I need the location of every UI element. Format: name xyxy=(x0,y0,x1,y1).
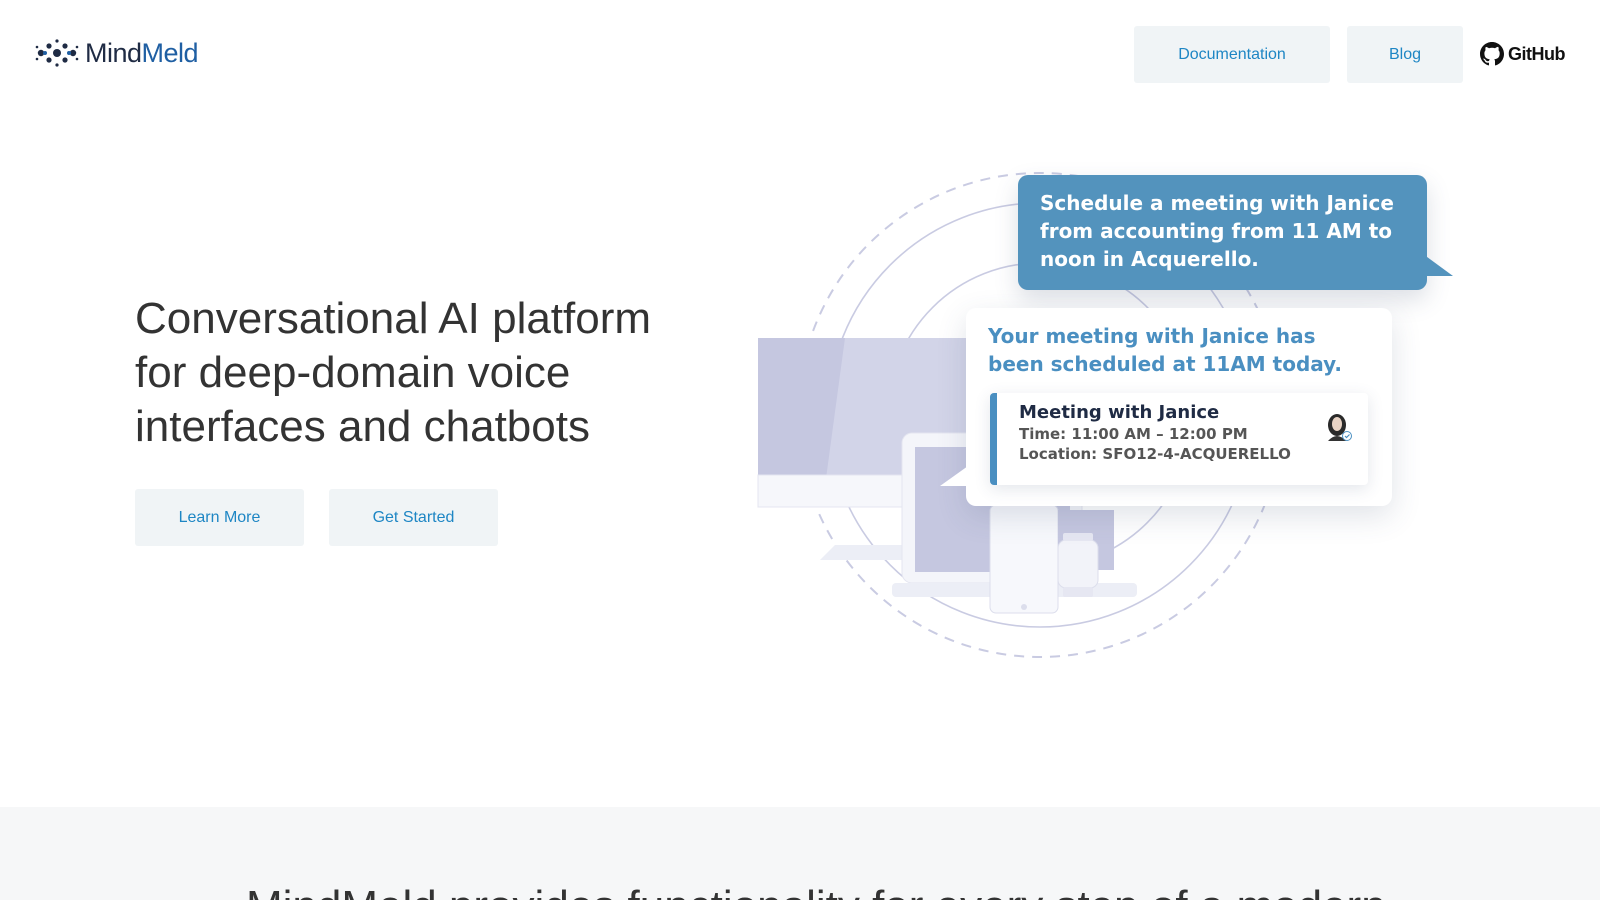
logo[interactable]: MindMeld xyxy=(35,36,199,70)
logo-text-mind: Mind xyxy=(85,37,142,68)
site-header: MindMeld Documentation Blog GitHub xyxy=(0,0,1600,106)
logo-text-meld: Meld xyxy=(141,37,199,68)
page: MindMeld Documentation Blog GitHub Conve… xyxy=(0,0,1600,900)
avatar-icon xyxy=(1328,414,1352,441)
mindmeld-logo-icon xyxy=(35,39,79,67)
meeting-time: Time: 11:00 AM – 12:00 PM xyxy=(1019,425,1248,443)
user-bubble-tail xyxy=(1423,254,1453,276)
learn-more-button[interactable]: Learn More xyxy=(135,489,304,546)
hero-title-line-1: Conversational AI platform xyxy=(135,294,652,343)
hero-title-line-3: interfaces and chatbots xyxy=(135,402,590,451)
user-message-text: Schedule a meeting with Janice from acco… xyxy=(1040,191,1394,271)
nav-documentation-button[interactable]: Documentation xyxy=(1134,26,1330,83)
bot-reply-bubble: Your meeting with Janice has been schedu… xyxy=(940,308,1392,506)
nav-blog-button[interactable]: Blog xyxy=(1347,26,1463,83)
github-label: GitHub xyxy=(1508,43,1566,64)
hero-illustration: Schedule a meeting with Janice from acco… xyxy=(740,165,1460,675)
get-started-button[interactable]: Get Started xyxy=(329,489,498,546)
hero-title: Conversational AI platform for deep-doma… xyxy=(135,292,715,454)
nav-github-link[interactable]: GitHub xyxy=(1480,40,1566,68)
github-icon xyxy=(1480,42,1504,66)
features-heading: MindMeld provides functionality for ever… xyxy=(246,880,1386,900)
meeting-location: Location: SFO12-4-ACQUERELLO xyxy=(1019,445,1291,463)
logo-text: MindMeld xyxy=(85,37,199,68)
hero-title-line-2: for deep-domain voice xyxy=(135,348,571,397)
user-message-bubble: Schedule a meeting with Janice from acco… xyxy=(1018,175,1453,290)
watch xyxy=(1057,539,1099,589)
tablet xyxy=(989,504,1059,614)
bot-bubble-tail xyxy=(940,466,968,486)
meeting-title: Meeting with Janice xyxy=(1019,402,1220,423)
bot-reply-text: Your meeting with Janice has been schedu… xyxy=(988,324,1342,376)
meeting-card: Meeting with Janice Time: 11:00 AM – 12:… xyxy=(990,393,1368,485)
